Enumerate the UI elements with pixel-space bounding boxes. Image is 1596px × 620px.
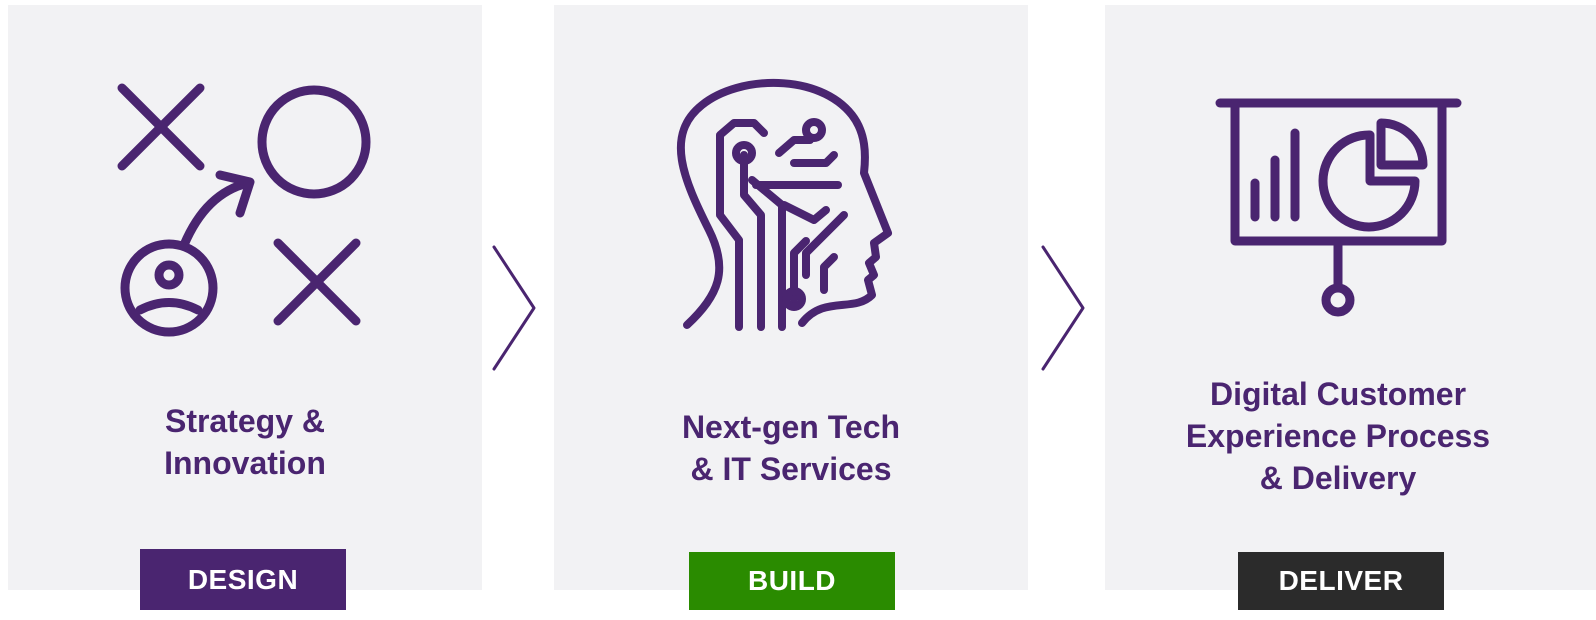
stage-title-deliver: Digital Customer Experience Process & De… bbox=[1185, 376, 1491, 496]
presentation-board-icon bbox=[1215, 98, 1462, 317]
badge-deliver: DELIVER bbox=[1238, 552, 1444, 610]
chevron-right-icon bbox=[492, 245, 536, 371]
badge-design: DESIGN bbox=[140, 549, 346, 610]
stage-card-design: $ Strategy & Innovation bbox=[8, 5, 482, 590]
ai-head-icon bbox=[676, 79, 892, 331]
svg-text:$: $ bbox=[296, 105, 333, 179]
stage-title-build: Next-gen Tech & IT Services bbox=[681, 409, 901, 487]
stage-title-design: Strategy & Innovation bbox=[164, 403, 326, 481]
stage-card-build: Next-gen Tech & IT Services bbox=[554, 5, 1028, 590]
stage-card-deliver: Digital Customer Experience Process & De… bbox=[1105, 5, 1596, 590]
strategy-icon: $ bbox=[117, 83, 371, 337]
badge-build: BUILD bbox=[689, 552, 895, 610]
chevron-right-icon bbox=[1041, 245, 1085, 371]
